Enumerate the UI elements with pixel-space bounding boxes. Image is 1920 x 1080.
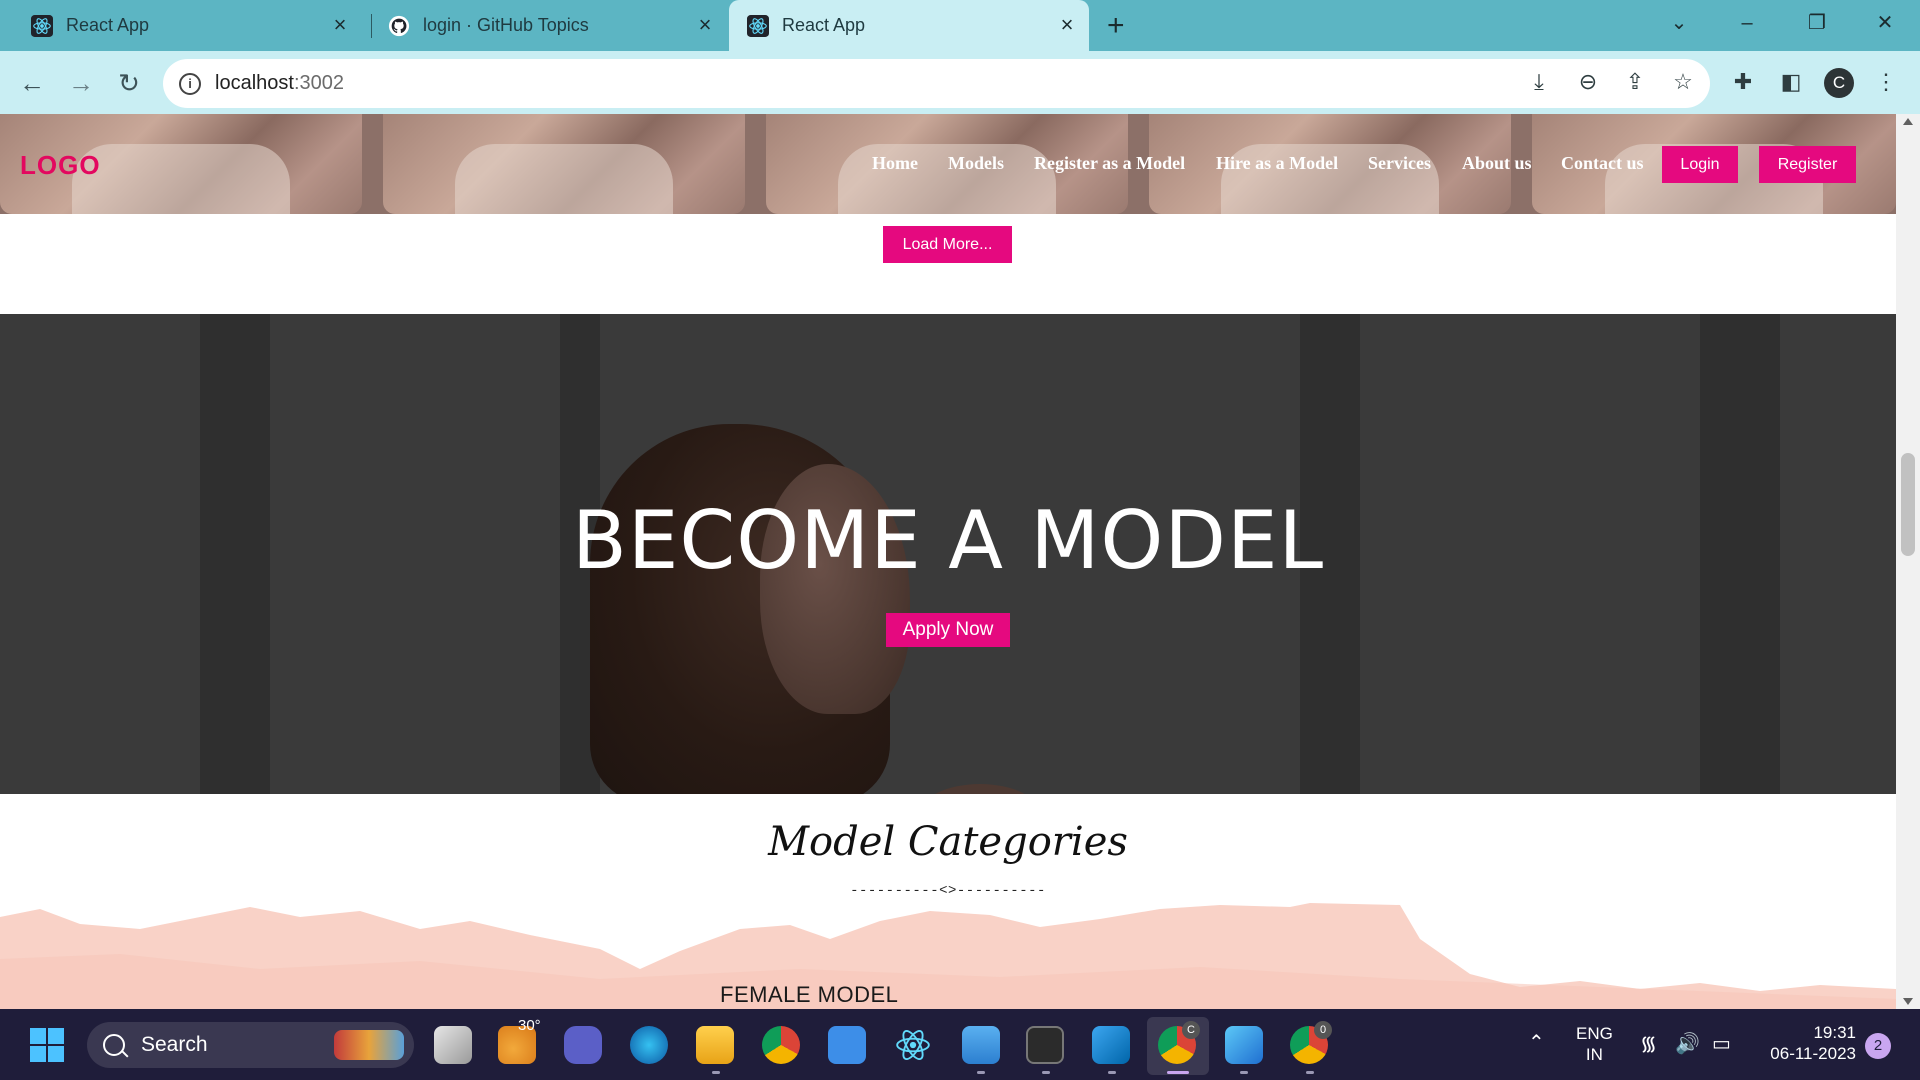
nav-models[interactable]: Models [948, 153, 1004, 174]
close-window-icon[interactable]: ✕ [1865, 8, 1905, 38]
hero-section: BECOME A MODEL Apply Now [0, 314, 1896, 794]
info-icon[interactable]: i [179, 72, 201, 95]
nav-home[interactable]: Home [872, 153, 918, 174]
scroll-thumb[interactable] [1901, 453, 1915, 556]
language-bottom: IN [1585, 1045, 1603, 1064]
back-arrow-icon[interactable]: ← [15, 66, 49, 100]
zoom-out-icon[interactable]: ⊖ [1573, 67, 1603, 97]
page-scrollbar[interactable] [1896, 114, 1920, 1009]
windows-start-icon[interactable] [30, 1028, 64, 1062]
react-icon [746, 14, 770, 38]
file-explorer-icon[interactable] [696, 1026, 734, 1064]
tab-bar: React App × login · GitHub Topics × Reac… [0, 0, 1920, 51]
scroll-up-arrow-icon[interactable] [1903, 118, 1913, 125]
active-indicator [1167, 1071, 1189, 1074]
running-indicator [1306, 1071, 1314, 1074]
nav-about-us[interactable]: About us [1462, 153, 1532, 174]
tab-title: React App [782, 15, 866, 35]
weather-temp: 30° [518, 1017, 541, 1034]
new-tab-button[interactable]: + [1107, 11, 1125, 41]
running-indicator [977, 1071, 985, 1074]
tab-github-topics[interactable]: login · GitHub Topics × [362, 0, 727, 51]
nav-hire-as-model[interactable]: Hire as a Model [1216, 153, 1338, 174]
taskbar-search[interactable]: Search [87, 1022, 414, 1068]
windows-taskbar: Search 30° C 0 ⌃ ENG IN ᯾ 🔊 ▭ 19:31 06-1… [0, 1009, 1920, 1080]
minimize-icon[interactable]: – [1727, 8, 1767, 38]
load-more-button[interactable]: Load More... [883, 226, 1012, 263]
restore-icon[interactable]: ❐ [1797, 8, 1837, 38]
apply-now-button[interactable]: Apply Now [886, 613, 1010, 647]
github-icon [387, 14, 411, 38]
chrome-icon[interactable] [762, 1026, 800, 1064]
url-port: :3002 [293, 72, 344, 94]
reload-icon[interactable]: ↻ [112, 66, 146, 100]
tab-react-app-1[interactable]: React App × [0, 0, 362, 51]
clock[interactable]: 19:31 06-11-2023 [1760, 1022, 1856, 1064]
categories-divider: ----------<>---------- [850, 883, 1046, 899]
menu-kebab-icon[interactable]: ⋮ [1871, 67, 1901, 97]
search-icon [103, 1034, 125, 1056]
volume-icon[interactable]: 🔊 [1675, 1034, 1700, 1055]
page-viewport: LOGO Home Models Register as a Model Hir… [0, 114, 1896, 1009]
tray-chevron-up-icon[interactable]: ⌃ [1528, 1033, 1545, 1054]
react-icon [30, 14, 54, 38]
nav-services[interactable]: Services [1368, 153, 1431, 174]
pink-splash-background [0, 903, 1896, 1009]
photos-icon[interactable] [1225, 1026, 1263, 1064]
register-button[interactable]: Register [1759, 146, 1856, 183]
site-logo[interactable]: LOGO [20, 150, 101, 181]
clock-time: 19:31 [1813, 1023, 1856, 1042]
tab-react-app-active[interactable]: React App × [729, 0, 1089, 51]
install-app-icon[interactable]: ⤓ [1524, 67, 1554, 97]
teams-chat-icon[interactable] [564, 1026, 602, 1064]
login-button[interactable]: Login [1662, 146, 1738, 183]
battery-icon[interactable]: ▭ [1712, 1034, 1731, 1055]
female-model-label: FEMALE MODEL [720, 982, 899, 1007]
nav-contact-us[interactable]: Contact us [1561, 153, 1644, 174]
edge-icon[interactable] [630, 1026, 668, 1064]
tab-title: React App [66, 15, 150, 35]
react-devtools-icon[interactable] [894, 1026, 932, 1064]
notepad-icon[interactable] [962, 1026, 1000, 1064]
url-text: localhost:3002 [215, 72, 344, 95]
nav-register-as-model[interactable]: Register as a Model [1034, 153, 1185, 174]
wifi-icon[interactable]: ᯾ [1640, 1034, 1657, 1055]
close-icon[interactable]: × [693, 13, 717, 37]
terminal-icon[interactable] [1026, 1026, 1064, 1064]
side-panel-icon[interactable]: ◧ [1776, 67, 1806, 97]
chrome-profile-2-badge: 0 [1314, 1021, 1332, 1039]
close-icon[interactable]: × [328, 13, 352, 37]
forward-arrow-icon[interactable]: → [64, 66, 98, 100]
running-indicator [1108, 1071, 1116, 1074]
running-indicator [1240, 1071, 1248, 1074]
chrome-profile-badge: C [1182, 1021, 1200, 1039]
running-indicator [712, 1071, 720, 1074]
site-header: LOGO Home Models Register as a Model Hir… [0, 114, 1896, 214]
categories-title: Model Categories [768, 819, 1128, 865]
vscode-icon[interactable] [1092, 1026, 1130, 1064]
scroll-down-arrow-icon[interactable] [1903, 998, 1913, 1005]
task-view-icon[interactable] [434, 1026, 472, 1064]
hero-model-hand [920, 784, 1040, 794]
search-highlight-image [334, 1030, 404, 1060]
running-indicator [1042, 1071, 1050, 1074]
clock-date: 06-11-2023 [1770, 1044, 1856, 1063]
hero-title: BECOME A MODEL [571, 494, 1325, 587]
browser-toolbar: ← → ↻ i localhost:3002 ⤓ ⊖ ⇪ ☆ ✚ ◧ C ⋮ [0, 51, 1920, 114]
language-indicator[interactable]: ENG IN [1576, 1023, 1613, 1065]
header-image [383, 114, 745, 214]
language-top: ENG [1576, 1024, 1613, 1043]
address-bar[interactable]: i localhost:3002 [163, 59, 1710, 108]
tab-search-chevron-icon[interactable]: ⌄ [1659, 8, 1699, 38]
share-icon[interactable]: ⇪ [1620, 67, 1650, 97]
notification-badge[interactable]: 2 [1865, 1033, 1891, 1059]
tab-title: login · GitHub Topics [423, 15, 589, 35]
profile-avatar[interactable]: C [1824, 68, 1854, 98]
bookmark-star-icon[interactable]: ☆ [1668, 67, 1698, 97]
url-host: localhost [215, 72, 294, 94]
close-icon[interactable]: × [1055, 13, 1079, 37]
mail-icon[interactable] [828, 1026, 866, 1064]
search-label: Search [141, 1033, 208, 1056]
extensions-puzzle-icon[interactable]: ✚ [1728, 67, 1758, 97]
